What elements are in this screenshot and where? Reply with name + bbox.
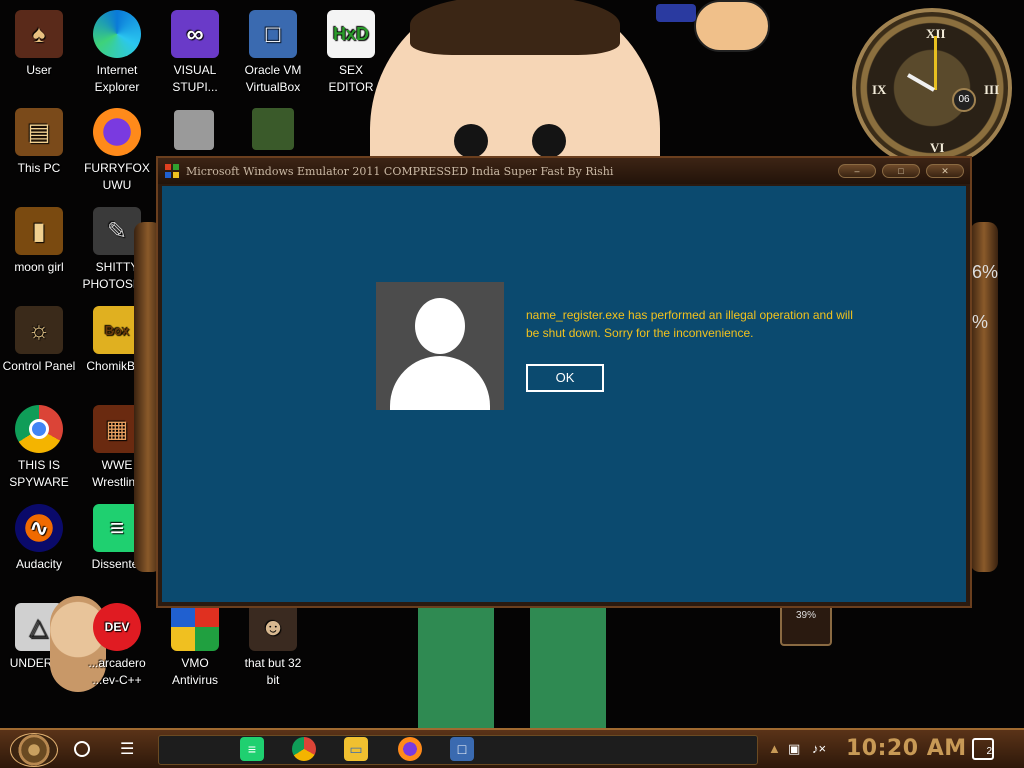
desktop-icon-label: Audacity [15,557,63,571]
lightbulb-icon: ☼ [15,306,63,354]
clock-numeral: III [984,82,1000,97]
clock-hour-hand [907,73,935,92]
desktop-icon-visual-studio[interactable]: ∞ VISUAL STUPI... [156,10,234,96]
desktop-icon-label: Internet Explorer [94,63,140,94]
cpu-percent-label: 6% [972,262,999,282]
desktop-icon-label: This PC [17,161,61,175]
desktop-icon-control-panel[interactable]: ☼ Control Panel [0,306,78,375]
desktop-icon-this-pc[interactable]: ▤ This PC [0,108,78,177]
battery-gauge-widget: 39% [780,604,832,646]
window-title: Microsoft Windows Emulator 2011 COMPRESS… [186,164,614,178]
desktop-icon-moon-girl[interactable]: ▮ moon girl [0,207,78,276]
desktop-icon-user[interactable]: ♠ User [0,10,78,79]
firefox-icon [93,108,141,156]
wallpaper-character-eye [454,124,488,158]
visual-studio-icon: ∞ [171,10,219,58]
desktop-icon-virtualbox[interactable]: □ Oracle VM VirtualBox [234,10,312,96]
hxd-hex-editor-icon: HxD [327,10,375,58]
desktop-icon-label: ...arcadero ...ev-C++ [88,656,146,687]
desktop-icon-internet-explorer[interactable]: Internet Explorer [78,10,156,96]
windows-logo-icon [165,164,179,178]
wallpaper-character-leg [530,606,606,730]
taskbar-dissenter-icon[interactable]: ≡ [240,737,264,761]
cartoon-arm-sticker [656,4,696,22]
dev-cpp-icon: DEV [93,603,141,651]
wallpaper-character-hair [410,0,620,55]
shield-icon [171,603,219,651]
desktop-icon-chrome[interactable]: THIS IS SPYWARE [0,405,78,491]
error-dialog: name_register.exe has performed an illeg… [162,186,966,602]
clock-numeral: VI [930,140,945,155]
desktop-icon-label: User [26,63,52,77]
taskbar-firefox-icon[interactable] [398,737,422,761]
clock-date: 06 [952,88,976,112]
desktop-icon-audacity[interactable]: ∿ Audacity [0,504,78,573]
desktop-icon-vmo-antivirus[interactable]: VMO Antivirus [156,603,234,689]
ok-button[interactable]: OK [526,364,604,392]
edge-icon [93,10,141,58]
error-message: name_register.exe has performed an illeg… [526,308,853,340]
task-view-icon[interactable]: ☰ [120,739,134,759]
action-center-icon[interactable]: 2 [972,738,994,760]
notification-count: 2 [986,746,992,757]
taskbar-chrome-icon[interactable] [292,737,316,761]
desktop-icon-dev-cpp[interactable]: DEV ...arcadero ...ev-C++ [78,603,156,689]
user-avatar-icon [376,282,504,410]
desktop-icon-furryfox[interactable]: FURRYFOX UWU [78,108,156,194]
desktop-icon-label: Oracle VM VirtualBox [244,63,302,94]
wallpaper-character-leg [418,606,494,730]
desktop-icon-that-but-32[interactable]: ☻ that but 32 bit [234,603,312,689]
clock-minute-hand [934,36,937,90]
folder-icon: ▮ [15,207,63,255]
taskbar-file-explorer-icon[interactable]: ▭ [344,737,368,761]
cartoon-head-sticker [694,0,770,52]
taskbar-virtualbox-icon[interactable]: □ [450,737,474,761]
stacked-windows-icon[interactable] [174,110,214,150]
window-titlebar[interactable]: Microsoft Windows Emulator 2011 COMPRESS… [158,158,970,184]
taskbar: ☰ ≡ ▭ □ ▲ ▣ ♪× 10:20 AM 2 [0,728,1024,768]
start-button[interactable] [10,733,58,767]
maximize-button[interactable]: □ [882,164,920,178]
minecraft-block-icon[interactable] [252,108,294,150]
avatar-head [415,298,465,354]
desktop-icon-label: that but 32 bit [244,656,302,687]
desktop-icon-sex-editor[interactable]: HxD SEX EDITOR [312,10,390,96]
minimize-button[interactable]: – [838,164,876,178]
desktop-icon-label: Control Panel [2,359,76,373]
computer-icon: ▤ [15,108,63,156]
steampunk-clock-widget: XII III VI IX 06 [852,8,1012,168]
chrome-icon [15,405,63,453]
ram-percent-label: % [972,312,989,332]
taskbar-clock[interactable]: 10:20 AM [846,736,967,761]
avatar-body [390,356,490,410]
desktop-icon-label: VMO Antivirus [171,656,218,687]
audacity-headphones-icon: ∿ [15,504,63,552]
show-hidden-icons-icon[interactable]: ▲ [768,741,781,756]
user-folder-icon: ♠ [15,10,63,58]
volume-muted-icon[interactable]: ♪× [812,741,826,756]
portrait-icon: ☻ [249,603,297,651]
desktop-icon-label: VISUAL STUPI... [172,63,218,94]
desktop-icon-label: THIS IS SPYWARE [9,458,69,489]
network-icon[interactable]: ▣ [788,741,800,757]
wallpaper-character-eye [532,124,566,158]
clock-numeral: IX [872,82,887,97]
desktop-icon-label: moon girl [14,260,64,274]
close-button[interactable]: ✕ [926,164,964,178]
virtualbox-icon: □ [249,10,297,58]
desktop-icon-label: FURRYFOX UWU [84,161,150,192]
emulator-window[interactable]: Microsoft Windows Emulator 2011 COMPRESS… [156,156,972,608]
battery-percent-label: 39% [795,610,816,621]
cortana-circle-icon[interactable] [74,741,90,757]
desktop-icon-label: SEX EDITOR [328,63,374,94]
